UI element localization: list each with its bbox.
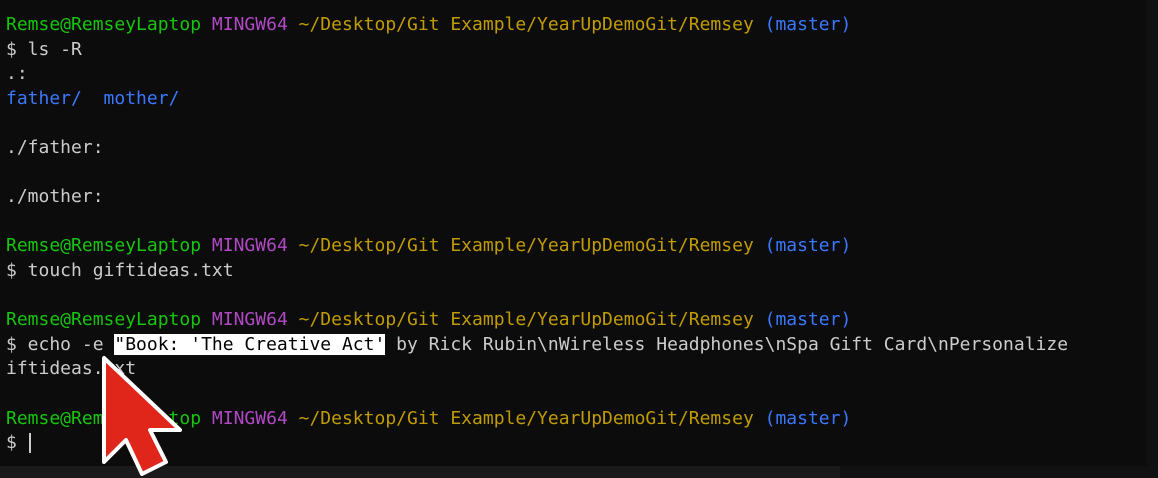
- output-line: ./mother:: [6, 186, 104, 208]
- prompt-branch: (master): [764, 407, 852, 429]
- selected-text[interactable]: "Book: 'The Creative Act': [114, 333, 386, 355]
- dir-mother: mother/: [103, 87, 180, 109]
- command-rest: by Rick Rubin\nWireless Headphones\nSpa …: [385, 333, 1069, 355]
- command-line: $ touch giftideas.txt: [6, 259, 234, 281]
- command-line: $ ls -R: [6, 38, 82, 60]
- prompt-line: Remse@RemseyLaptop MINGW64 ~/Desktop/Git…: [6, 308, 1158, 333]
- command-prefix: $ echo -e: [6, 333, 115, 355]
- prompt-path: ~/Desktop/Git Example/YearUpDemoGit/Rems…: [298, 235, 754, 257]
- output-line: ./father:: [6, 136, 104, 158]
- prompt-system: MINGW64: [211, 407, 288, 429]
- dir-father: father/: [6, 87, 82, 109]
- prompt-branch: (master): [764, 309, 852, 331]
- prompt-user: Remse@RemseyLaptop: [6, 14, 202, 35]
- prompt-line: Remse@RemseyLaptop MINGW64 ~/Desktop/Git…: [6, 13, 1158, 38]
- prompt-system: MINGW64: [211, 235, 288, 257]
- prompt-user: Remse@RemseyLaptop: [6, 309, 202, 331]
- prompt-user: Remse@RemseyLaptop: [6, 235, 202, 257]
- text-cursor: [28, 433, 31, 454]
- input-prompt: $: [6, 432, 28, 454]
- prompt-path: ~/Desktop/Git Example/YearUpDemoGit/Rems…: [298, 407, 754, 429]
- scrollbar[interactable]: [1146, 0, 1158, 478]
- prompt-system: MINGW64: [211, 309, 288, 331]
- prompt-path: ~/Desktop/Git Example/YearUpDemoGit/Rems…: [298, 14, 754, 35]
- prompt-path: ~/Desktop/Git Example/YearUpDemoGit/Rems…: [298, 309, 754, 331]
- output-dir-list: father/ mother/: [6, 87, 1158, 112]
- prompt-system: MINGW64: [211, 14, 288, 35]
- prompt-branch: (master): [764, 235, 852, 257]
- prompt-branch: (master): [764, 14, 852, 35]
- mouse-pointer-arrow-icon: [102, 356, 182, 476]
- output-line: .:: [6, 63, 28, 85]
- prompt-line: Remse@RemseyLaptop MINGW64 ~/Desktop/Git…: [6, 234, 1158, 259]
